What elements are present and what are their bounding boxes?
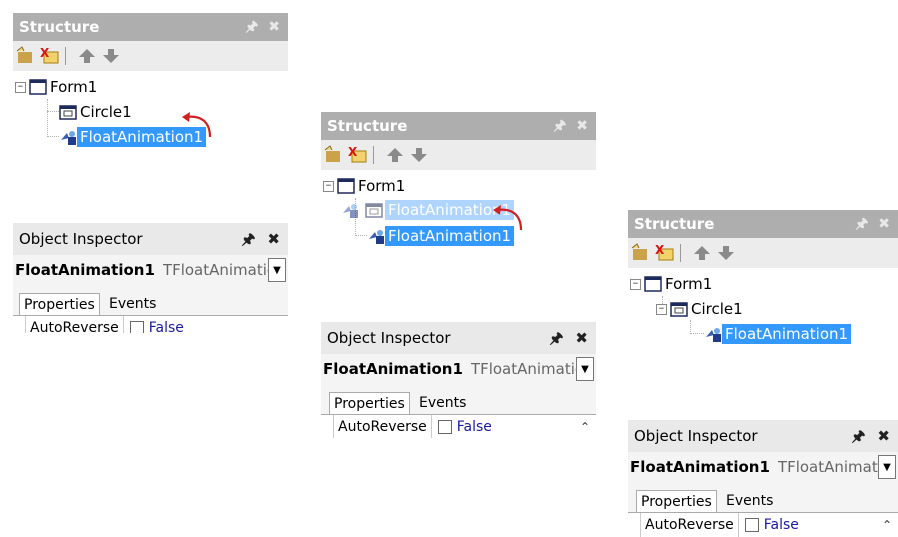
tab-properties[interactable]: Properties [636, 490, 717, 513]
tab-events[interactable]: Events [722, 490, 777, 512]
structure-tree: − Form1 Circle1 FloatAnimation1 [13, 71, 288, 218]
checkbox[interactable] [129, 321, 144, 333]
float-animation-icon [369, 230, 384, 244]
collapse-toggle[interactable]: − [630, 278, 641, 290]
structure-panel-3: Structure 🖈 ✖ − Form1 − Circle1 FloatAnim… [628, 210, 898, 415]
structure-title: Structure 🖈 ✖ [628, 210, 898, 238]
close-icon[interactable]: ✖ [576, 112, 588, 140]
tree-node-circle1[interactable]: Circle1 [59, 101, 135, 123]
form-icon [644, 276, 662, 292]
structure-toolbar [13, 41, 288, 71]
pin-icon[interactable]: 🖈 [245, 13, 258, 41]
collapse-toggle[interactable]: − [656, 303, 667, 315]
object-inspector-3: Object Inspector 🖈 ✖ FloatAnimation1 TFlo… [628, 420, 898, 537]
drag-arrow-icon [182, 112, 212, 138]
tree-node-form1[interactable]: − Form1 [323, 175, 408, 197]
move-down-icon[interactable] [716, 243, 736, 263]
tab-events[interactable]: Events [415, 392, 470, 414]
close-icon[interactable]: ✖ [268, 13, 280, 41]
object-selector[interactable]: FloatAnimation1 TFloatAnimation ▼ [13, 255, 288, 285]
pin-icon[interactable]: 🖈 [855, 210, 868, 238]
scroll-up-icon[interactable]: ⌃ [882, 518, 892, 532]
tree-node-form1[interactable]: − Form1 [15, 76, 100, 98]
move-down-icon[interactable] [101, 46, 121, 66]
close-icon[interactable]: ✖ [267, 223, 280, 255]
property-row[interactable]: AutoReverse False ⌃ [321, 414, 596, 438]
tree-node-floatanimation1[interactable]: FloatAnimation1 [704, 323, 852, 345]
delete-item-icon[interactable] [347, 145, 367, 165]
dropdown-arrow-icon[interactable]: ▼ [268, 258, 286, 282]
structure-toolbar [628, 238, 898, 268]
structure-panel-1: Structure 🖈 ✖ − Form1 Circle1 FloatAnimat… [13, 13, 288, 218]
tab-properties[interactable]: Properties [329, 392, 410, 415]
form-icon [29, 79, 47, 95]
structure-panel-2: Structure 🖈 ✖ − Form1 FloatAnimation1 Flo… [321, 112, 596, 317]
inspector-title: Object Inspector 🖈 ✖ [321, 322, 596, 354]
move-down-icon[interactable] [409, 145, 429, 165]
inspector-tabs: Properties Events [321, 384, 596, 415]
delete-item-icon[interactable] [39, 46, 59, 66]
delete-item-icon[interactable] [654, 243, 674, 263]
new-item-icon[interactable] [630, 243, 650, 263]
circle-component-icon [59, 105, 77, 120]
move-up-icon[interactable] [77, 46, 97, 66]
object-selector[interactable]: FloatAnimation1 TFloatAnimation ▼ [628, 452, 898, 482]
pin-icon[interactable]: 🖈 [242, 223, 256, 255]
circle-component-icon [670, 302, 688, 317]
drag-arrow-icon [493, 205, 523, 231]
new-item-icon[interactable] [323, 145, 343, 165]
move-up-icon[interactable] [385, 145, 405, 165]
dropdown-arrow-icon[interactable]: ▼ [878, 455, 896, 479]
inspector-tabs: Properties Events [13, 285, 288, 316]
object-inspector-1: Object Inspector 🖈 ✖ FloatAnimation1 TFlo… [13, 223, 288, 333]
property-row[interactable]: AutoReverse False [13, 315, 288, 333]
checkbox[interactable] [437, 420, 452, 434]
structure-tree: − Form1 − Circle1 FloatAnimation1 [628, 268, 898, 415]
collapse-toggle[interactable]: − [15, 81, 26, 93]
tree-node-form1[interactable]: − Form1 [630, 273, 715, 295]
object-inspector-2: Object Inspector 🖈 ✖ FloatAnimation1 TFlo… [321, 322, 596, 438]
inspector-tabs: Properties Events [628, 482, 898, 513]
dropdown-arrow-icon[interactable]: ▼ [576, 357, 594, 381]
float-animation-icon [61, 131, 76, 145]
move-up-icon[interactable] [692, 243, 712, 263]
circle-component-icon [365, 203, 383, 218]
property-row[interactable]: AutoReverse False ⌃ [628, 512, 898, 537]
object-selector[interactable]: FloatAnimation1 TFloatAnimation ▼ [321, 354, 596, 384]
close-icon[interactable]: ✖ [877, 420, 890, 452]
structure-tree: − Form1 FloatAnimation1 FloatAnimation1 [321, 170, 596, 317]
checkbox[interactable] [744, 518, 759, 532]
tab-properties[interactable]: Properties [19, 293, 100, 316]
pin-icon[interactable]: 🖈 [852, 420, 866, 452]
structure-title: Structure 🖈 ✖ [321, 112, 596, 140]
form-icon [337, 178, 355, 194]
close-icon[interactable]: ✖ [575, 322, 588, 354]
float-animation-icon [343, 204, 358, 218]
inspector-title: Object Inspector 🖈 ✖ [13, 223, 288, 255]
new-item-icon[interactable] [15, 46, 35, 66]
float-animation-icon [706, 328, 721, 342]
collapse-toggle[interactable]: − [323, 180, 334, 192]
pin-icon[interactable]: 🖈 [550, 322, 564, 354]
structure-toolbar [321, 140, 596, 170]
scroll-up-icon[interactable]: ⌃ [580, 420, 590, 434]
tree-node-circle1[interactable]: − Circle1 [656, 298, 746, 320]
structure-title: Structure 🖈 ✖ [13, 13, 288, 41]
close-icon[interactable]: ✖ [878, 210, 890, 238]
inspector-title: Object Inspector 🖈 ✖ [628, 420, 898, 452]
tab-events[interactable]: Events [105, 293, 160, 315]
pin-icon[interactable]: 🖈 [553, 112, 566, 140]
